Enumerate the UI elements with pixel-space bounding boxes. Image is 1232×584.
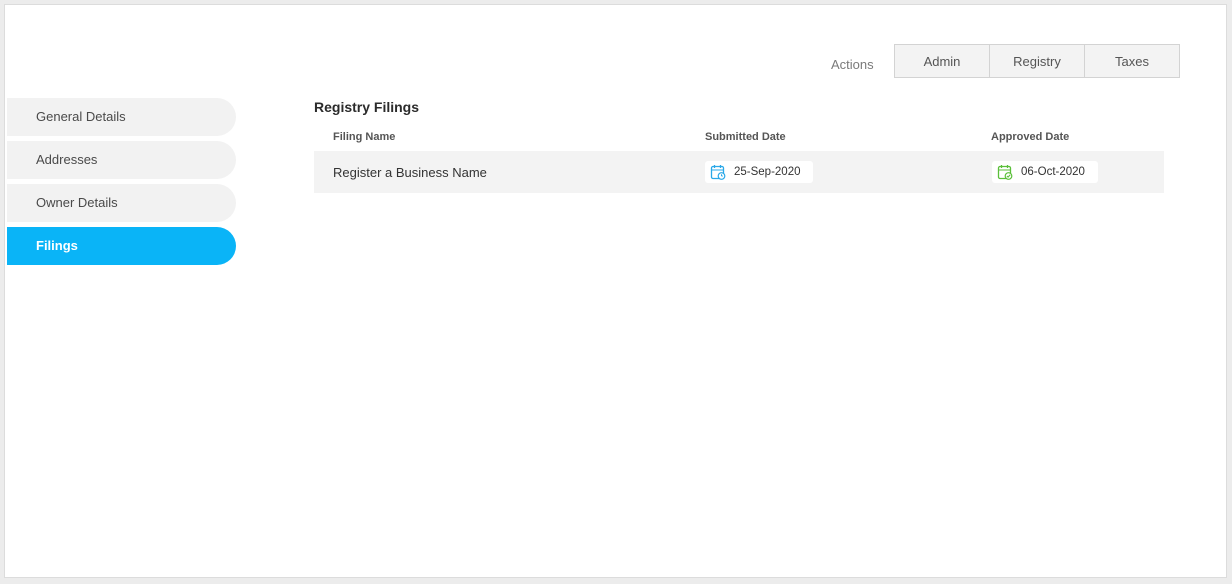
column-header-submitted-date: Submitted Date [705,131,786,143]
column-header-approved-date: Approved Date [991,131,1070,143]
sidebar-nav: General Details Addresses Owner Details … [7,98,236,270]
tab-registry[interactable]: Registry [990,45,1085,77]
action-tabs: Admin Registry Taxes [894,44,1180,78]
table-row[interactable]: Register a Business Name 25-Sep-2020 06-… [314,151,1164,193]
calendar-clock-icon [710,164,726,180]
approved-date-value: 06-Oct-2020 [1021,166,1085,178]
sidebar-item-general-details[interactable]: General Details [7,98,236,136]
submitted-date-value: 25-Sep-2020 [734,166,801,178]
tab-admin[interactable]: Admin [895,45,990,77]
filing-name-cell[interactable]: Register a Business Name [333,165,487,180]
tab-taxes[interactable]: Taxes [1085,45,1179,77]
actions-label: Actions [831,57,874,72]
sidebar-item-owner-details[interactable]: Owner Details [7,184,236,222]
calendar-check-icon [997,164,1013,180]
page-title: Registry Filings [314,99,420,115]
app-window: Actions Admin Registry Taxes General Det… [4,4,1227,578]
sidebar-item-filings[interactable]: Filings [7,227,236,265]
approved-date-chip: 06-Oct-2020 [992,161,1098,183]
submitted-date-chip: 25-Sep-2020 [705,161,813,183]
table-header: Filing Name Submitted Date Approved Date [314,131,1164,147]
sidebar-item-addresses[interactable]: Addresses [7,141,236,179]
column-header-filing-name: Filing Name [333,131,396,143]
